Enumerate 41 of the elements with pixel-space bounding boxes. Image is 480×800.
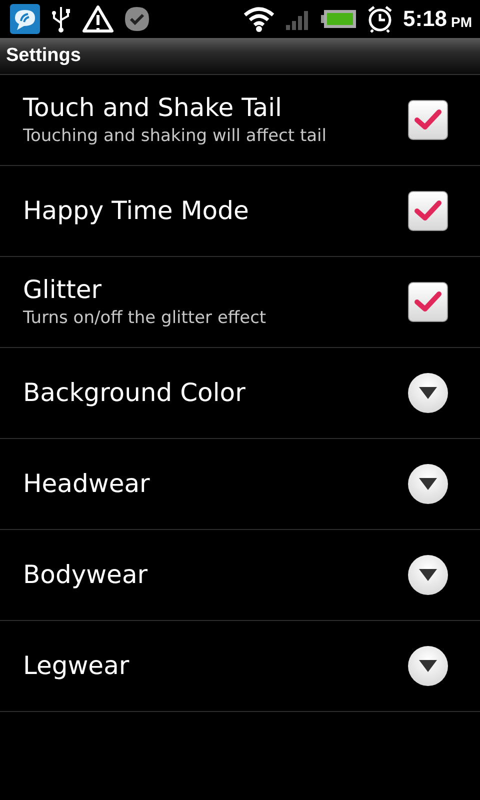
caret-icon <box>418 659 438 673</box>
warning-icon[interactable] <box>82 4 114 34</box>
setting-summary: Touching and shaking will affect tail <box>23 125 328 148</box>
check-badge-icon[interactable] <box>124 6 150 32</box>
checkmark-icon <box>414 290 442 314</box>
setting-summary: Turns on/off the glitter effect <box>23 307 268 330</box>
settings-row[interactable]: Background Color <box>0 348 480 439</box>
setting-title: Glitter <box>23 274 103 306</box>
setting-title: Headwear <box>23 468 151 500</box>
usb-icon[interactable] <box>50 5 72 33</box>
checkmark-icon <box>414 199 442 223</box>
setting-title: Bodywear <box>23 559 149 591</box>
caret-icon <box>418 477 438 491</box>
setting-title: Background Color <box>23 377 246 409</box>
checkmark-icon <box>414 108 442 132</box>
settings-row[interactable]: Headwear <box>0 439 480 530</box>
clock-time: 5:18 <box>402 6 447 32</box>
clock-meridiem: PM <box>451 14 472 30</box>
checkbox[interactable] <box>408 282 448 322</box>
alarm-clock-icon[interactable] <box>366 5 393 33</box>
settings-row[interactable]: Legwear <box>0 621 480 712</box>
setting-title: Happy Time Mode <box>23 195 250 227</box>
setting-title: Touch and Shake Tail <box>23 92 283 124</box>
caret-icon <box>418 386 438 400</box>
setting-title: Legwear <box>23 650 130 682</box>
checkbox[interactable] <box>408 191 448 231</box>
settings-row[interactable]: Touch and Shake Tail Touching and shaking will affect tail <box>0 75 480 166</box>
dropdown-button[interactable] <box>408 464 448 504</box>
dropdown-button[interactable] <box>408 373 448 413</box>
battery-icon[interactable] <box>320 9 357 29</box>
dropdown-button[interactable] <box>408 555 448 595</box>
chat-bubble-icon[interactable] <box>10 4 40 34</box>
wifi-icon[interactable] <box>242 6 275 32</box>
caret-icon <box>418 568 438 582</box>
screen-title: Settings <box>6 45 81 67</box>
dropdown-button[interactable] <box>408 646 448 686</box>
signal-icon[interactable] <box>284 8 311 30</box>
settings-row[interactable]: Bodywear <box>0 530 480 621</box>
settings-row[interactable]: Glitter Turns on/off the glitter effect <box>0 257 480 348</box>
settings-row[interactable]: Happy Time Mode <box>0 166 480 257</box>
checkbox[interactable] <box>408 100 448 140</box>
